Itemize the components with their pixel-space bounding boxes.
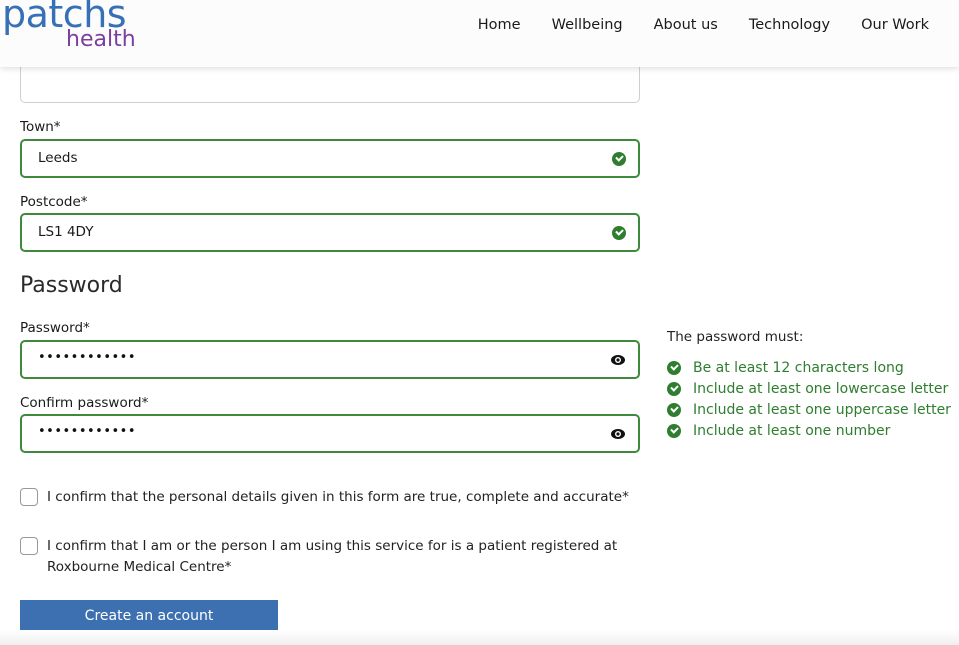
create-account-button[interactable]: Create an account — [20, 600, 278, 633]
password-rules: The password must: Be at least 12 charac… — [667, 329, 951, 441]
main-nav: Home Wellbeing About us Technology Our W… — [478, 17, 959, 33]
nav-about-us[interactable]: About us — [654, 17, 718, 33]
password-rule: Include at least one uppercase letter — [667, 399, 951, 420]
address-field[interactable] — [20, 62, 640, 103]
postcode-field[interactable]: LS1 4DY — [20, 213, 640, 252]
rule-text: Include at least one number — [693, 422, 891, 439]
confirm-patient-checkbox[interactable] — [20, 537, 38, 555]
password-rule: Include at least one lowercase letter — [667, 378, 951, 399]
rule-text: Include at least one lowercase letter — [693, 380, 949, 397]
rule-met-check-icon — [667, 423, 681, 438]
confirm-patient-row: I confirm that I am or the person I am u… — [20, 536, 660, 578]
confirm-details-row: I confirm that the personal details give… — [20, 487, 660, 508]
rule-met-check-icon — [667, 402, 681, 417]
rule-met-check-icon — [667, 381, 681, 396]
patchs-health-logo[interactable]: patchs health — [2, 0, 142, 57]
town-field[interactable]: Leeds — [20, 139, 640, 178]
town-value: Leeds — [38, 150, 78, 166]
password-rule: Be at least 12 characters long — [667, 357, 951, 378]
confirm-details-text: I confirm that the personal details give… — [47, 489, 629, 505]
password-section-title: Password — [20, 273, 123, 298]
postcode-value: LS1 4DY — [38, 224, 94, 240]
password-masked-value: •••••••••••• — [38, 350, 137, 365]
rule-text: Include at least one uppercase letter — [693, 401, 951, 418]
rule-text: Be at least 12 characters long — [693, 359, 904, 376]
show-password-eye-icon[interactable] — [610, 427, 626, 441]
password-rules-title: The password must: — [667, 329, 804, 345]
confirm-password-label: Confirm password* — [20, 395, 149, 411]
valid-check-icon — [612, 152, 626, 166]
nav-home[interactable]: Home — [478, 17, 521, 33]
show-password-eye-icon[interactable] — [610, 353, 626, 367]
password-label: Password* — [20, 320, 90, 336]
valid-check-icon — [612, 226, 626, 240]
nav-technology[interactable]: Technology — [749, 17, 830, 33]
confirm-password-masked-value: •••••••••••• — [38, 424, 137, 439]
confirm-patient-text: I confirm that I am or the person I am u… — [47, 538, 618, 575]
confirm-details-checkbox[interactable] — [20, 488, 38, 506]
rule-met-check-icon — [667, 360, 681, 375]
password-field[interactable]: •••••••••••• — [20, 340, 640, 379]
site-header: patchs health Home Wellbeing About us Te… — [0, 0, 959, 67]
postcode-label: Postcode* — [20, 194, 88, 210]
nav-our-work[interactable]: Our Work — [861, 17, 929, 33]
confirm-password-field[interactable]: •••••••••••• — [20, 414, 640, 453]
bottom-shadow — [0, 630, 959, 645]
nav-wellbeing[interactable]: Wellbeing — [552, 17, 623, 33]
password-rule: Include at least one number — [667, 420, 951, 441]
logo-subtitle: health — [66, 27, 136, 52]
town-label: Town* — [20, 119, 61, 135]
